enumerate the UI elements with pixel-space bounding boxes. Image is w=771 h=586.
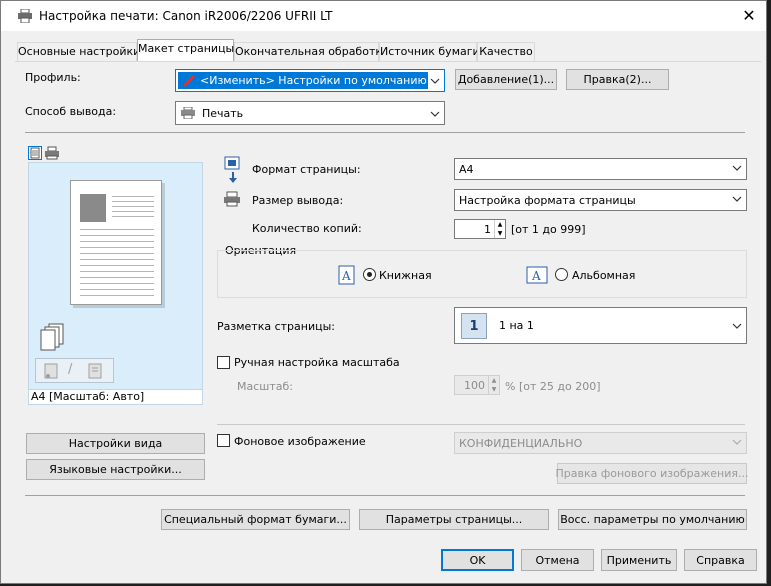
- scale-label: Масштаб:: [237, 380, 293, 393]
- scale-value: 100: [464, 379, 485, 392]
- layout-preview: /: [28, 162, 203, 390]
- page-layout-value: 1 на 1: [499, 319, 534, 332]
- scale-spinner[interactable]: 100 ▲ ▼: [454, 375, 500, 395]
- copies-range: [от 1 до 999]: [511, 223, 586, 236]
- divider: [217, 424, 745, 425]
- profile-edit-button[interactable]: Правка(2)...: [566, 69, 669, 90]
- portrait-label: Книжная: [379, 269, 432, 282]
- landscape-a-icon: A: [526, 266, 548, 284]
- output-method-value: Печать: [202, 107, 244, 120]
- orientation-group: [217, 250, 747, 298]
- portrait-a-icon: A: [338, 265, 355, 285]
- pencil-icon: [182, 74, 196, 88]
- watermark-dropdown[interactable]: КОНФИДЕНЦИАЛЬНО: [454, 432, 747, 454]
- watermark-label: Фоновое изображение: [234, 435, 366, 448]
- output-size-label: Размер вывода:: [252, 194, 344, 207]
- view-settings-button[interactable]: Настройки вида: [26, 433, 205, 454]
- page-size-value: A4: [459, 163, 474, 176]
- portrait-radio[interactable]: [363, 268, 376, 281]
- page-layout-label: Разметка страницы:: [217, 320, 335, 333]
- output-method-label: Способ вывода:: [25, 105, 117, 118]
- page-options-button[interactable]: Параметры страницы...: [359, 509, 549, 530]
- spin-up-icon[interactable]: ▲: [489, 376, 499, 385]
- output-size-dropdown[interactable]: Настройка формата страницы: [454, 189, 747, 211]
- manual-scale-label: Ручная настройка масштаба: [234, 356, 400, 369]
- profile-value: <Изменить> Настройки по умолчанию: [200, 74, 427, 87]
- chevron-down-icon: [732, 196, 742, 202]
- manual-scale-checkbox[interactable]: [217, 356, 230, 369]
- divider: [25, 132, 745, 133]
- profile-add-button[interactable]: Добавление(1)...: [455, 69, 557, 90]
- help-button[interactable]: Справка: [684, 549, 757, 571]
- printer-icon: [181, 107, 195, 119]
- binding-left-icon: [44, 363, 58, 379]
- page-size-icon: [224, 156, 240, 183]
- spin-up-icon[interactable]: ▲: [495, 220, 505, 229]
- chevron-down-icon: [430, 111, 440, 117]
- spin-down-icon[interactable]: ▼: [489, 385, 499, 394]
- printer-icon: [224, 191, 240, 207]
- print-settings-window: Настройка печати: Canon iR2006/2206 UFRI…: [0, 0, 767, 584]
- preview-page: [70, 180, 162, 305]
- copies-label: Количество копий:: [252, 222, 362, 235]
- language-settings-button[interactable]: Языковые настройки...: [26, 459, 205, 480]
- layout-1up-icon: 1: [461, 313, 487, 339]
- printer-view-icon[interactable]: [44, 146, 60, 160]
- output-size-value: Настройка формата страницы: [459, 194, 636, 207]
- divider: [25, 495, 745, 496]
- landscape-label: Альбомная: [572, 269, 636, 282]
- landscape-radio[interactable]: [555, 268, 568, 281]
- close-icon[interactable]: ✕: [737, 5, 761, 27]
- page-size-dropdown[interactable]: A4: [454, 158, 747, 180]
- copies-spinner[interactable]: 1 ▲ ▼: [454, 219, 506, 239]
- watermark-edit-button[interactable]: Правка фонового изображения...: [556, 463, 749, 484]
- cancel-button[interactable]: Отмена: [521, 549, 594, 571]
- copies-stack-icon: [40, 323, 64, 351]
- scale-range: % [от 25 до 200]: [505, 380, 601, 393]
- chevron-down-icon: [732, 323, 742, 329]
- tab-finishing[interactable]: Окончательная обработка: [234, 42, 389, 61]
- window-title: Настройка печати: Canon iR2006/2206 UFRI…: [39, 9, 333, 23]
- binding-right-icon: [88, 363, 102, 379]
- page-size-label: Формат страницы:: [252, 163, 361, 176]
- chevron-down-icon: [732, 165, 742, 171]
- preview-caption: A4 [Масштаб: Авто]: [31, 390, 145, 403]
- custom-paper-button[interactable]: Специальный формат бумаги...: [161, 509, 350, 530]
- profile-dropdown[interactable]: <Изменить> Настройки по умолчанию: [175, 69, 445, 92]
- watermark-value: КОНФИДЕНЦИАЛЬНО: [459, 437, 583, 450]
- tab-paper-source[interactable]: Источник бумаги: [379, 42, 480, 61]
- tab-page-layout[interactable]: Макет страницы: [137, 39, 234, 62]
- printer-icon: [18, 9, 32, 23]
- page-view-icon[interactable]: [28, 146, 42, 160]
- watermark-checkbox[interactable]: [217, 434, 230, 447]
- svg-text:A: A: [531, 269, 541, 283]
- chevron-down-icon: [732, 439, 742, 445]
- apply-button[interactable]: Применить: [601, 549, 677, 571]
- restore-defaults-button[interactable]: Восс. параметры по умолчанию: [558, 509, 747, 530]
- chevron-down-icon: [430, 78, 440, 84]
- profile-label: Профиль:: [25, 71, 81, 84]
- tab-quality[interactable]: Качество: [477, 42, 535, 61]
- copies-value: 1: [484, 223, 491, 236]
- output-method-dropdown[interactable]: Печать: [175, 101, 445, 125]
- svg-text:A: A: [341, 269, 351, 283]
- ok-button[interactable]: OK: [441, 549, 514, 571]
- page-layout-dropdown[interactable]: 1 1 на 1: [454, 307, 747, 344]
- preview-caption-bar: A4 [Масштаб: Авто]: [28, 390, 203, 405]
- title-bar: Настройка печати: Canon iR2006/2206 UFRI…: [1, 1, 766, 31]
- binding-options: /: [35, 358, 114, 383]
- spin-down-icon[interactable]: ▼: [495, 229, 505, 238]
- tab-basic-settings[interactable]: Основные настройки: [17, 42, 140, 61]
